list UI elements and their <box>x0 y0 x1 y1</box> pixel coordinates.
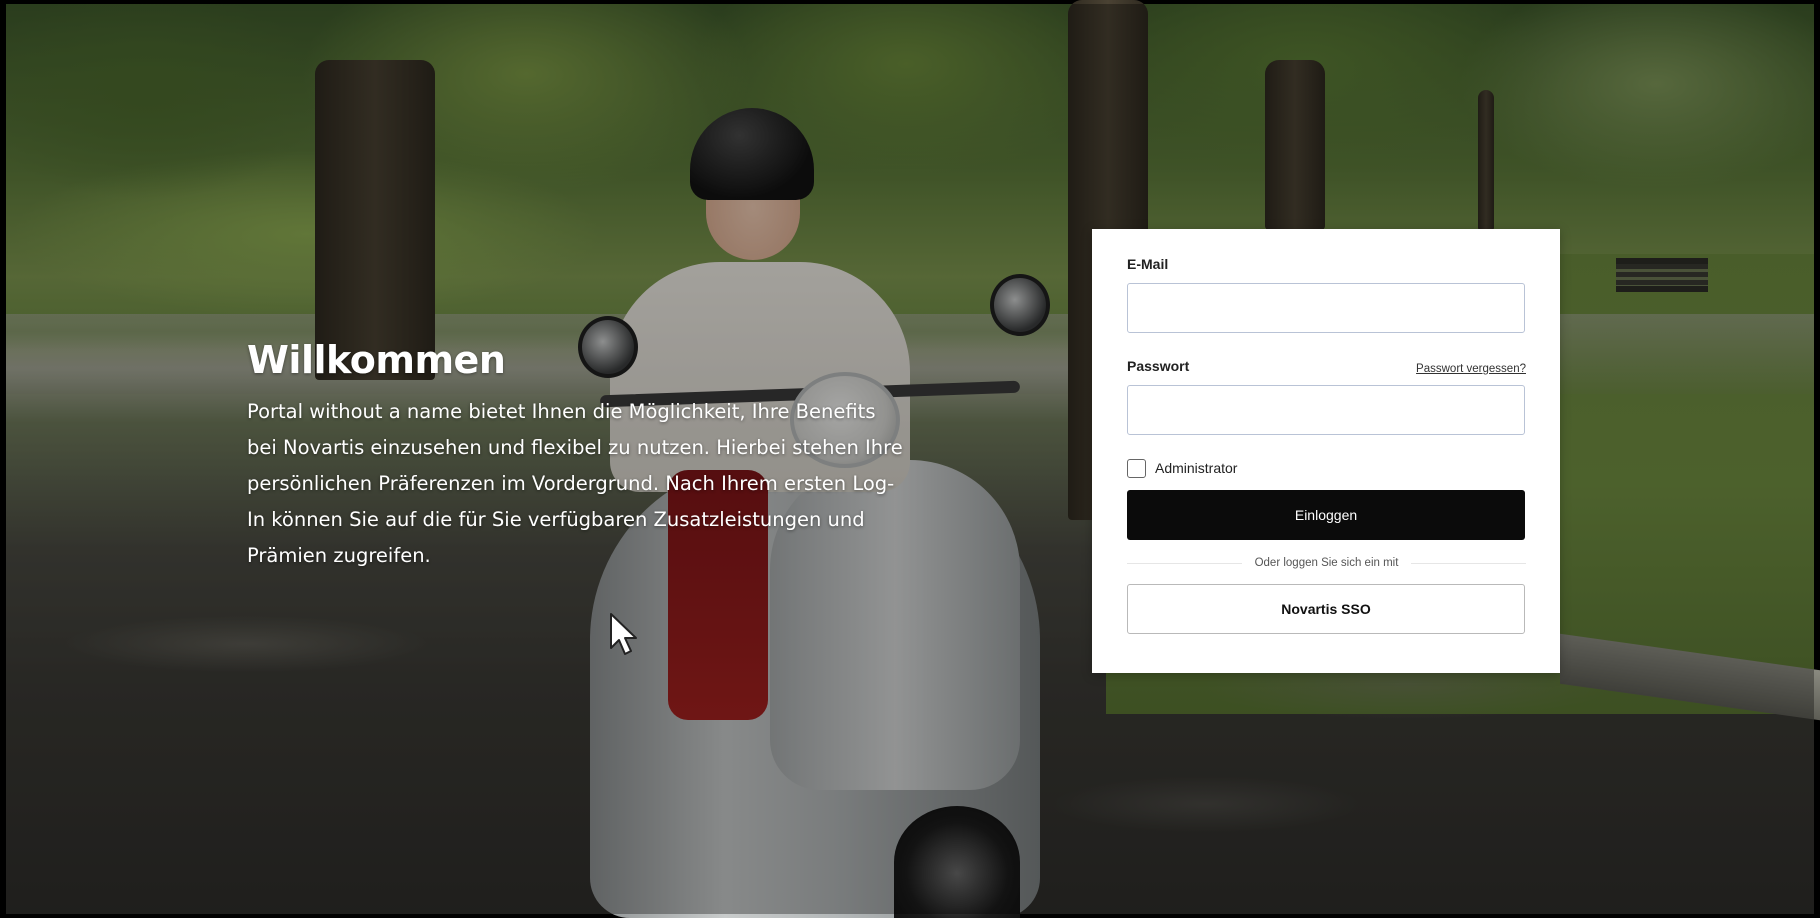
password-label: Passwort <box>1127 358 1190 374</box>
divider-line-right <box>1411 562 1527 564</box>
sso-divider: Oder loggen Sie sich ein mit <box>1127 553 1527 573</box>
divider-text: Oder loggen Sie sich ein mit <box>1254 557 1399 569</box>
email-label: E-Mail <box>1127 256 1169 272</box>
login-page: Willkommen Portal without a name bietet … <box>0 0 1820 918</box>
welcome-title: Willkommen <box>247 338 506 382</box>
admin-checkbox[interactable] <box>1127 458 1146 478</box>
sso-button[interactable]: Novartis SSO <box>1127 584 1525 634</box>
admin-checkbox-row[interactable]: Administrator <box>1127 457 1526 479</box>
welcome-section: Willkommen Portal without a name bietet … <box>247 336 927 574</box>
password-input[interactable] <box>1127 385 1525 435</box>
divider-line-left <box>1127 562 1242 564</box>
login-button[interactable]: Einloggen <box>1127 490 1525 540</box>
email-input[interactable] <box>1127 283 1525 333</box>
mouse-pointer-icon <box>610 613 637 655</box>
forgot-password-link[interactable]: Passwort vergessen? <box>1416 363 1526 375</box>
welcome-description: Portal without a name bietet Ihnen die M… <box>247 400 903 567</box>
password-label-row: Passwort Passwort vergessen? <box>1127 357 1526 375</box>
admin-checkbox-label[interactable]: Administrator <box>1155 460 1237 476</box>
login-card: E-Mail Passwort Passwort vergessen? Admi… <box>1092 229 1560 673</box>
